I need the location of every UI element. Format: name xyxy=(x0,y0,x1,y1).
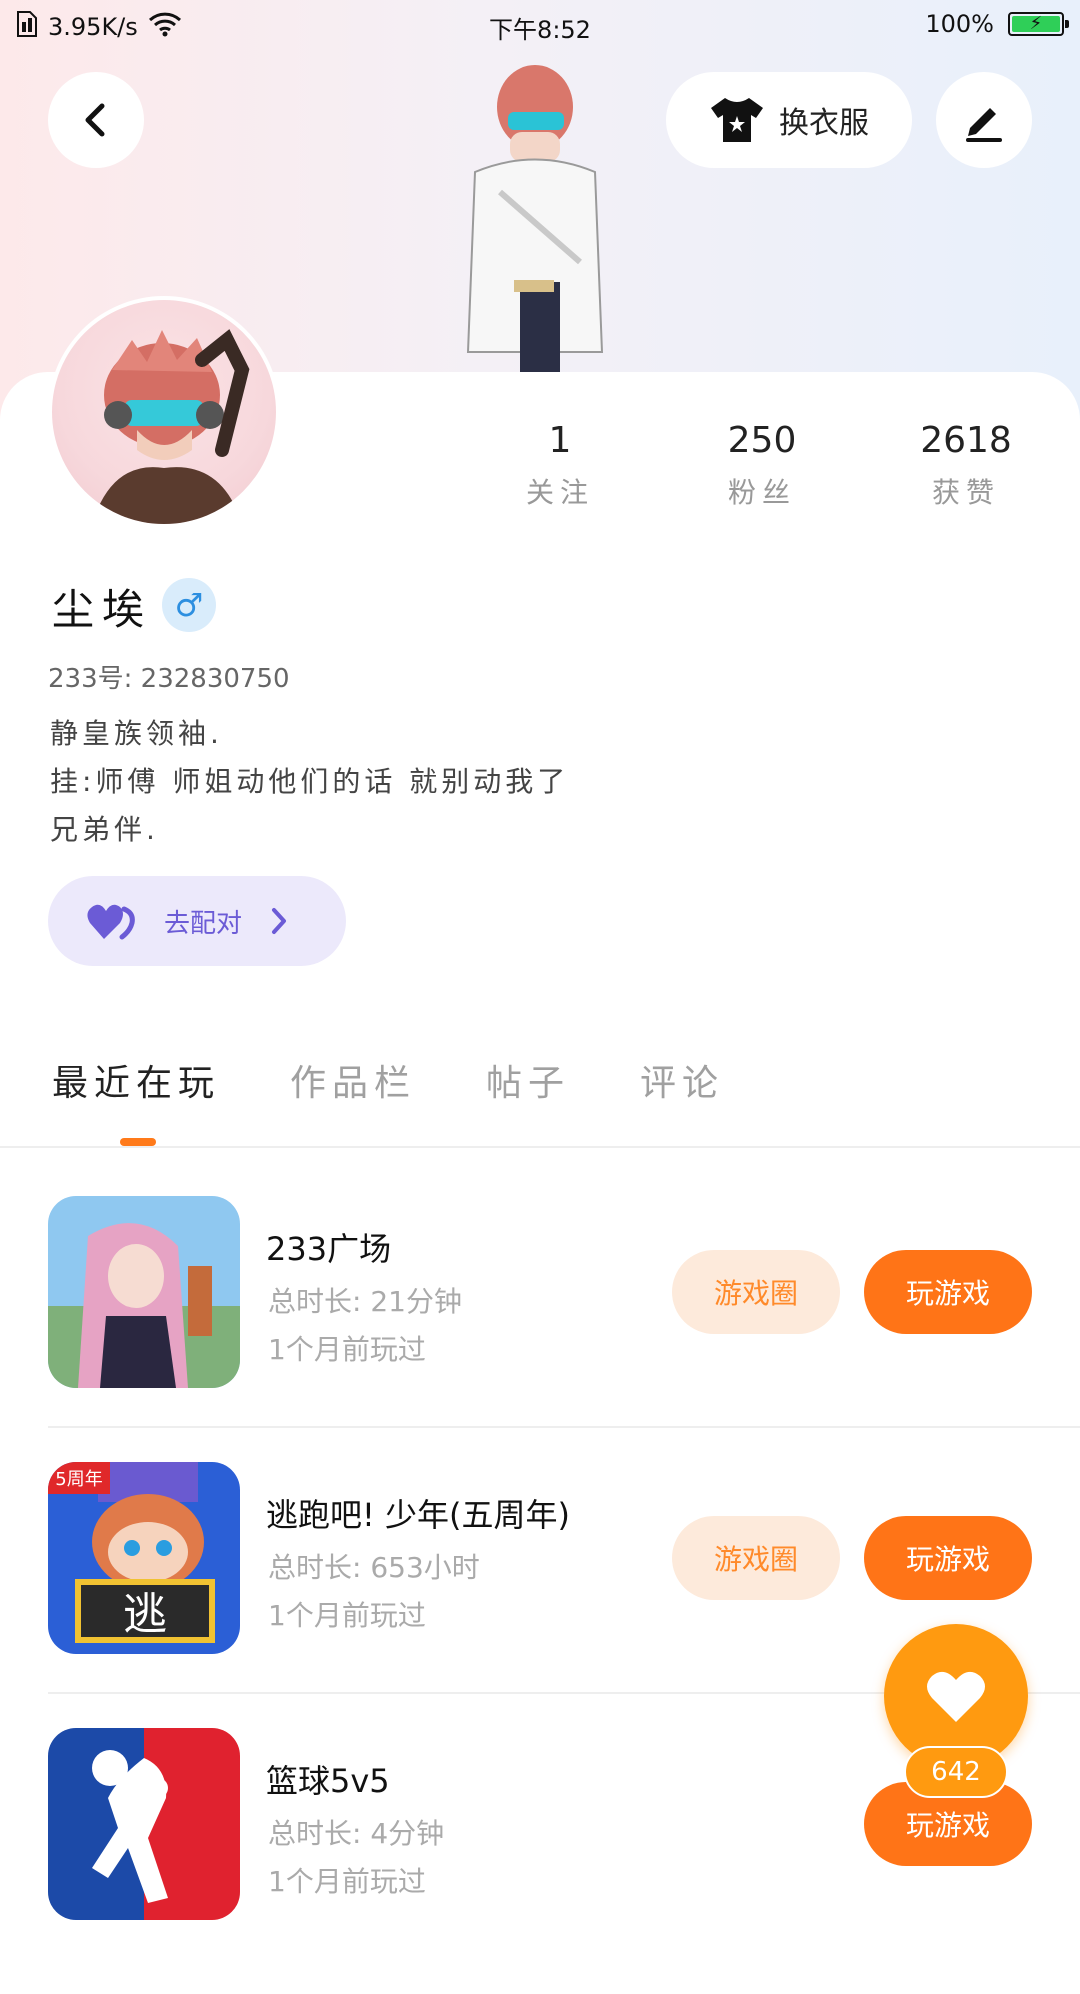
game-icon-escape: 逃 5周年 xyxy=(48,1462,240,1654)
battery-icon: ⚡ xyxy=(1008,12,1069,36)
divider xyxy=(0,1146,1080,1148)
stat-likes[interactable]: 2618 获赞 xyxy=(886,420,1046,511)
change-outfit-button[interactable]: 换衣服 xyxy=(666,72,912,168)
tab-active-indicator xyxy=(120,1138,156,1146)
escape-icon-glyph: 逃 xyxy=(123,1589,167,1640)
play-game-button[interactable]: 玩游戏 xyxy=(864,1516,1032,1600)
followers-label: 粉丝 xyxy=(727,476,796,509)
likes-count: 2618 xyxy=(920,420,1012,461)
male-gender-icon: ♂ xyxy=(162,578,216,632)
stat-followers[interactable]: 250 粉丝 xyxy=(682,420,842,511)
stat-following[interactable]: 1 关注 xyxy=(480,420,640,511)
match-button[interactable]: 去配对 xyxy=(48,876,346,966)
tab-works[interactable]: 作品栏 xyxy=(290,1054,416,1106)
profile-tabs: 最近在玩 作品栏 帖子 评论 xyxy=(52,1054,724,1106)
likes-label: 获赞 xyxy=(931,476,1000,509)
status-bar: 3.95K/s 下午8:52 100% ⚡ xyxy=(0,0,1080,52)
heart-icon xyxy=(927,1671,985,1722)
game-last-played: 1个月前玩过 xyxy=(268,1333,426,1366)
game-last-played: 1个月前玩过 xyxy=(268,1599,426,1632)
play-game-button[interactable]: 玩游戏 xyxy=(864,1250,1032,1334)
user-id: 233号: 232830750 xyxy=(48,664,290,694)
anniversary-badge: 5周年 xyxy=(55,1469,102,1490)
chevron-left-icon xyxy=(85,103,105,137)
game-icon-233-plaza xyxy=(48,1196,240,1388)
avatar-3d-figure xyxy=(430,52,630,372)
shirt-icon xyxy=(711,98,763,142)
game-row[interactable]: 233广场 总时长: 21分钟 1个月前玩过 游戏圈 玩游戏 xyxy=(48,1196,1080,1462)
game-title: 逃跑吧! 少年(五周年) xyxy=(266,1496,570,1534)
game-duration: 总时长: 653小时 xyxy=(268,1551,480,1584)
pencil-icon xyxy=(966,108,1002,142)
username: 尘埃 xyxy=(52,585,153,634)
tab-comments[interactable]: 评论 xyxy=(640,1054,724,1106)
divider xyxy=(48,1426,1080,1428)
game-duration: 总时长: 4分钟 xyxy=(268,1817,445,1850)
game-duration: 总时长: 21分钟 xyxy=(268,1285,462,1318)
game-title: 篮球5v5 xyxy=(266,1762,390,1800)
game-last-played: 1个月前玩过 xyxy=(268,1865,426,1898)
edit-profile-button[interactable] xyxy=(936,72,1032,168)
chevron-right-icon xyxy=(272,908,287,934)
bio-line: 兄弟伴. xyxy=(50,813,159,846)
match-label: 去配对 xyxy=(164,908,243,939)
back-button[interactable] xyxy=(48,72,144,168)
game-circle-button[interactable]: 游戏圈 xyxy=(672,1250,840,1334)
game-circle-button[interactable]: 游戏圈 xyxy=(672,1516,840,1600)
game-icon-basketball xyxy=(48,1728,240,1920)
followers-count: 250 xyxy=(727,420,797,461)
change-outfit-label: 换衣服 xyxy=(779,106,869,141)
bio-line: 挂:师傅 师姐动他们的话 就别动我了 xyxy=(50,765,570,798)
clock: 下午8:52 xyxy=(489,16,591,44)
following-label: 关注 xyxy=(525,476,594,509)
avatar[interactable] xyxy=(48,296,280,528)
like-count: 642 xyxy=(904,1746,1008,1798)
battery-percent: 100% xyxy=(925,10,994,38)
tab-posts[interactable]: 帖子 xyxy=(486,1054,570,1106)
following-count: 1 xyxy=(548,420,572,461)
bio: 静皇族领袖. 挂:师傅 师姐动他们的话 就别动我了 兄弟伴. xyxy=(50,710,569,854)
game-title: 233广场 xyxy=(266,1230,392,1268)
bio-line: 静皇族领袖. xyxy=(50,717,223,750)
hearts-icon xyxy=(87,904,135,940)
tab-recent-play[interactable]: 最近在玩 xyxy=(52,1054,220,1106)
